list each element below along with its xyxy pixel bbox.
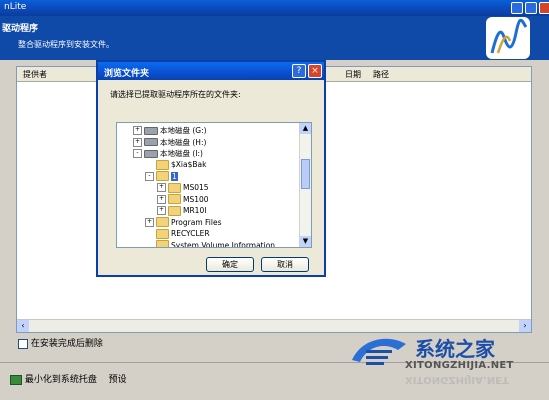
folder-icon [168, 205, 181, 216]
cancel-button[interactable]: 取消 [261, 257, 309, 272]
ok-button[interactable]: 确定 [206, 257, 254, 272]
tree-item[interactable]: + MS015 [157, 182, 209, 193]
folder-icon [156, 159, 169, 170]
tree-item-label: MS100 [183, 194, 209, 204]
tree-item[interactable]: + 本地磁盘 (G:) [133, 125, 207, 136]
bottom-bar: 最小化到系统托盘 预设 [10, 372, 127, 385]
folder-icon [156, 240, 169, 247]
column-path[interactable]: 路径 [373, 69, 389, 80]
nlite-logo [486, 17, 530, 59]
tree-item[interactable]: + MR10I [157, 205, 207, 216]
dialog-titlebar[interactable]: 浏览文件夹 ? × [98, 62, 324, 80]
scroll-down-icon[interactable]: ▼ [300, 236, 311, 247]
tree-item-label: 本地磁盘 (H:) [160, 137, 207, 147]
folder-icon [156, 217, 169, 227]
expand-icon[interactable]: + [133, 126, 142, 135]
column-provider[interactable]: 提供者 [23, 69, 47, 80]
expand-icon[interactable]: + [133, 137, 142, 147]
expand-icon[interactable]: + [157, 206, 166, 215]
expand-icon[interactable]: + [145, 217, 154, 227]
column-date[interactable]: 日期 [345, 69, 361, 80]
tree-item[interactable]: + 本地磁盘 (H:) [133, 137, 206, 148]
folder-icon [156, 228, 169, 239]
dialog-title: 浏览文件夹 [104, 69, 150, 79]
watermark-url: XITONGZHIJIA.NET [405, 360, 514, 371]
collapse-icon[interactable]: - [145, 171, 154, 181]
page-header: 驱动程序 整合驱动程序到安装文件。 [0, 16, 549, 60]
browse-folder-dialog[interactable]: 浏览文件夹 ? × 请选择已提取驱动程序所在的文件夹: + 本地磁盘 (G:) + 本… [96, 60, 326, 277]
minimize-button[interactable] [511, 2, 523, 14]
tray-icon [10, 374, 22, 385]
tree-item-label: $Xia$Bak [171, 160, 207, 169]
folder-tree[interactable]: + 本地磁盘 (G:) + 本地磁盘 (H:) - 本地磁盘 (I:) $Xia$Bak -1… [116, 122, 312, 248]
delete-after-install-option[interactable]: 在安装完成后删除 [18, 336, 103, 349]
tree-item-label: 本地磁盘 (G:) [160, 126, 207, 135]
collapse-icon[interactable]: - [133, 149, 142, 158]
folder-icon [168, 182, 181, 193]
drive-icon [144, 126, 158, 135]
minimize-to-tray-link[interactable]: 最小化到系统托盘 [25, 375, 97, 385]
tree-item[interactable]: + MS100 [157, 194, 209, 204]
tree-item[interactable]: + Program Files [145, 217, 222, 227]
expand-icon[interactable]: + [157, 183, 166, 192]
watermark-logo-icon [348, 330, 410, 374]
tree-item-label: MS015 [183, 183, 209, 192]
tree-item[interactable]: System Volume Information [145, 240, 276, 248]
folder-icon [168, 194, 181, 204]
folder-icon [156, 171, 169, 181]
tree-item[interactable]: $Xia$Bak [145, 159, 207, 170]
tree-item[interactable]: RECYCLER [145, 228, 210, 239]
drive-icon [144, 138, 158, 146]
tree-item[interactable]: - 本地磁盘 (I:) [133, 148, 203, 159]
window-title: nLite [4, 2, 27, 12]
drive-icon [144, 149, 158, 158]
scroll-left-icon[interactable]: ‹ [17, 320, 29, 332]
window-titlebar[interactable]: nLite [0, 0, 549, 16]
tree-item-label: System Volume Information [171, 240, 276, 248]
maximize-button[interactable] [525, 2, 537, 14]
tree-item-label: 本地磁盘 (I:) [160, 149, 203, 158]
tree-vertical-scrollbar[interactable]: ▲ ▼ [299, 123, 311, 247]
watermark-title: 系统之家 [415, 337, 495, 361]
scroll-thumb[interactable] [301, 159, 310, 189]
tree-item-label: MR10I [183, 206, 207, 215]
tree-item-label: 1 [171, 171, 178, 181]
delete-after-install-checkbox[interactable] [18, 338, 28, 349]
watermark-url-reflection: XITONGZHIJIA.NET [405, 374, 509, 385]
tree-item[interactable]: -1 [145, 171, 178, 181]
delete-after-install-label: 在安装完成后删除 [30, 339, 103, 349]
scroll-up-icon[interactable]: ▲ [300, 123, 311, 134]
tree-item-label: RECYCLER [171, 229, 210, 238]
tree-item-label: Program Files [171, 217, 222, 227]
close-button[interactable] [539, 2, 549, 14]
scroll-right-icon[interactable]: › [519, 320, 531, 332]
dialog-prompt: 请选择已提取驱动程序所在的文件夹: [110, 90, 241, 99]
expand-icon[interactable]: + [157, 194, 166, 204]
dialog-close-button[interactable]: × [308, 64, 322, 78]
preset-link[interactable]: 预设 [109, 375, 127, 385]
page-title: 驱动程序 [2, 24, 39, 34]
page-subtitle: 整合驱动程序到安装文件。 [18, 40, 114, 49]
help-button[interactable]: ? [292, 64, 306, 78]
horizontal-scrollbar[interactable]: ‹ › [17, 319, 531, 332]
